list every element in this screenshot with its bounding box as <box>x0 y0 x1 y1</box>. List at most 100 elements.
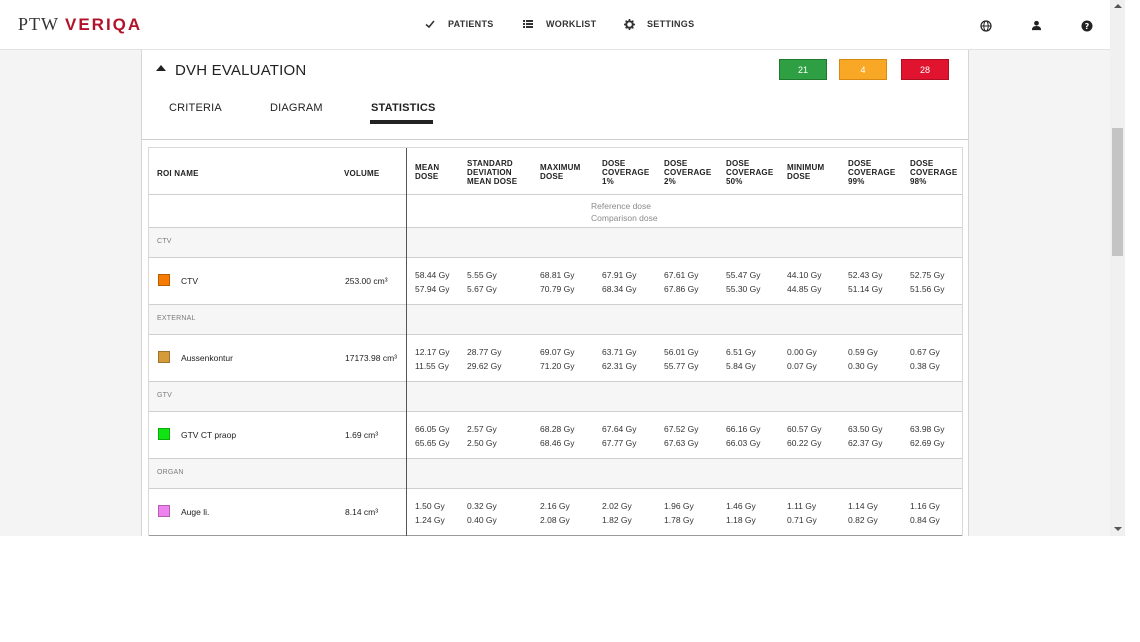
group-header: EXTERNAL <box>149 304 962 334</box>
dose-cell-minimum-dose: 1.11 Gy 0.71 Gy <box>787 499 817 527</box>
comparison-dose-value: 5.67 Gy <box>467 284 497 294</box>
reference-dose-value: 66.05 Gy <box>415 424 450 434</box>
comparison-dose-value: 57.94 Gy <box>415 284 450 294</box>
logo[interactable]: PTW VERIQA <box>18 14 142 35</box>
col-header-line: COVERAGE <box>848 168 896 177</box>
reference-dose-value: 1.14 Gy <box>848 501 878 511</box>
reference-dose-value: 67.91 Gy <box>602 270 637 280</box>
nav-worklist[interactable]: WORKLIST <box>522 18 596 30</box>
dose-cell-dose-coverage-99: 0.59 Gy 0.30 Gy <box>848 345 878 373</box>
reference-dose-value: 55.47 Gy <box>726 270 761 280</box>
comparison-dose-value: 66.03 Gy <box>726 438 761 448</box>
dose-cell-dose-coverage-50: 1.46 Gy 1.18 Gy <box>726 499 756 527</box>
roi-name[interactable]: GTV CT praop <box>181 430 236 440</box>
comparison-dose-value: 62.37 Gy <box>848 438 883 448</box>
group-label: ORGAN <box>157 469 184 476</box>
reference-dose-value: 6.51 Gy <box>726 347 756 357</box>
nav-settings[interactable]: SETTINGS <box>623 18 694 30</box>
nav-patients[interactable]: PATIENTS <box>424 18 494 30</box>
comparison-dose-value: 67.63 Gy <box>664 438 699 448</box>
scroll-up-arrow-icon[interactable] <box>1114 4 1122 8</box>
help-icon[interactable]: ? <box>1080 19 1093 32</box>
comparison-dose-value: 1.24 Gy <box>415 515 445 525</box>
comparison-dose-value: 70.79 Gy <box>540 284 575 294</box>
col-header-line: DOSE <box>664 159 688 168</box>
roi-name[interactable]: CTV <box>181 276 198 286</box>
col-header-line: DOSE <box>848 159 872 168</box>
roi-color-swatch <box>158 351 170 363</box>
panel-header: DVH EVALUATION 21 4 28 CRITERIA DIAGRAM … <box>142 50 968 140</box>
dose-cell-dose-coverage-98: 63.98 Gy 62.69 Gy <box>910 422 945 450</box>
reference-dose-value: 52.75 Gy <box>910 270 945 280</box>
group-label: CTV <box>157 238 172 245</box>
reference-dose-value: 63.50 Gy <box>848 424 883 434</box>
reference-dose-value: 60.57 Gy <box>787 424 822 434</box>
failed-count-badge[interactable]: 28 <box>901 59 949 80</box>
reference-dose-value: 1.96 Gy <box>664 501 694 511</box>
row-divider <box>149 304 962 305</box>
row-divider <box>149 535 962 536</box>
scrollbar-thumb[interactable] <box>1112 128 1123 256</box>
comparison-dose-value: 71.20 Gy <box>540 361 575 371</box>
roi-name[interactable]: Aussenkontur <box>181 353 233 363</box>
col-header-std-dev-mean-dose: STANDARD DEVIATION MEAN DOSE <box>467 159 517 186</box>
comparison-dose-value: 67.86 Gy <box>664 284 699 294</box>
table-row[interactable]: Auge li. 8.14 cm³ 1.50 Gy 1.24 Gy 0.32 Gy 0.4… <box>149 488 962 535</box>
comparison-dose-value: 62.69 Gy <box>910 438 945 448</box>
col-header-line: DOSE <box>726 159 750 168</box>
dose-cell-dose-coverage-99: 52.43 Gy 51.14 Gy <box>848 268 883 296</box>
col-header-maximum-dose: MAXIMUM DOSE <box>540 163 581 181</box>
group-header: GTV <box>149 381 962 411</box>
table-row[interactable]: GTV CT praop 1.69 cm³ 66.05 Gy 65.65 Gy 2.57… <box>149 411 962 458</box>
reference-dose-value: 67.61 Gy <box>664 270 699 280</box>
vertical-scrollbar[interactable] <box>1110 0 1125 536</box>
logo-ptw: PTW <box>18 14 59 34</box>
active-tab-indicator <box>370 120 433 124</box>
roi-volume: 8.14 cm³ <box>345 507 379 517</box>
comparison-dose-value: 67.77 Gy <box>602 438 637 448</box>
dose-cell-minimum-dose: 0.00 Gy 0.07 Gy <box>787 345 817 373</box>
globe-icon[interactable] <box>979 19 992 32</box>
passed-count-badge[interactable]: 21 <box>779 59 827 80</box>
user-icon[interactable] <box>1030 19 1043 32</box>
roi-color-swatch <box>158 428 170 440</box>
comparison-dose-value: 44.85 Gy <box>787 284 822 294</box>
comparison-dose-value: 65.65 Gy <box>415 438 450 448</box>
roi-volume: 1.69 cm³ <box>345 430 379 440</box>
comparison-dose-value: 0.84 Gy <box>910 515 940 525</box>
col-header-line: COVERAGE <box>664 168 712 177</box>
table-row[interactable]: CTV 253.00 cm³ 58.44 Gy 57.94 Gy 5.55 Gy 5.67… <box>149 257 962 304</box>
dose-cell-std-dev-mean-dose: 0.32 Gy 0.40 Gy <box>467 499 497 527</box>
roi-name[interactable]: Auge li. <box>181 507 209 517</box>
tab-criteria[interactable]: CRITERIA <box>169 102 222 114</box>
list-icon <box>522 18 534 30</box>
comparison-dose-value: 29.62 Gy <box>467 361 502 371</box>
reference-dose-value: 63.71 Gy <box>602 347 637 357</box>
header-divider <box>149 194 962 195</box>
dose-cell-mean-dose: 1.50 Gy 1.24 Gy <box>415 499 445 527</box>
collapse-caret-icon[interactable] <box>156 65 166 71</box>
col-header-line: DOSE <box>602 159 626 168</box>
dose-cell-dose-coverage-2: 1.96 Gy 1.78 Gy <box>664 499 694 527</box>
comparison-dose-value: 68.46 Gy <box>540 438 575 448</box>
dose-cell-dose-coverage-50: 66.16 Gy 66.03 Gy <box>726 422 761 450</box>
col-header-line: 1% <box>602 177 614 186</box>
tab-statistics[interactable]: STATISTICS <box>371 102 436 114</box>
scroll-down-arrow-icon[interactable] <box>1114 527 1122 531</box>
reference-dose-value: 5.55 Gy <box>467 270 497 280</box>
dose-cell-maximum-dose: 2.16 Gy 2.08 Gy <box>540 499 570 527</box>
table-row[interactable]: Aussenkontur 17173.98 cm³ 12.17 Gy 11.55 Gy… <box>149 334 962 381</box>
col-header-dose-coverage-99: DOSE COVERAGE 99% <box>848 159 895 186</box>
logo-veriqa: VERIQA <box>65 15 143 34</box>
dose-cell-mean-dose: 66.05 Gy 65.65 Gy <box>415 422 450 450</box>
dose-cell-dose-coverage-1: 67.64 Gy 67.77 Gy <box>602 422 637 450</box>
svg-text:?: ? <box>1084 22 1089 31</box>
dose-cell-dose-coverage-50: 6.51 Gy 5.84 Gy <box>726 345 756 373</box>
tab-diagram[interactable]: DIAGRAM <box>270 102 323 114</box>
nav-worklist-label: WORKLIST <box>546 19 597 29</box>
comparison-dose-value: 51.14 Gy <box>848 284 883 294</box>
warning-count-badge[interactable]: 4 <box>839 59 887 80</box>
reference-dose-value: 1.50 Gy <box>415 501 445 511</box>
col-header-line: MAXIMUM <box>540 163 581 172</box>
roi-color-swatch <box>158 274 170 286</box>
